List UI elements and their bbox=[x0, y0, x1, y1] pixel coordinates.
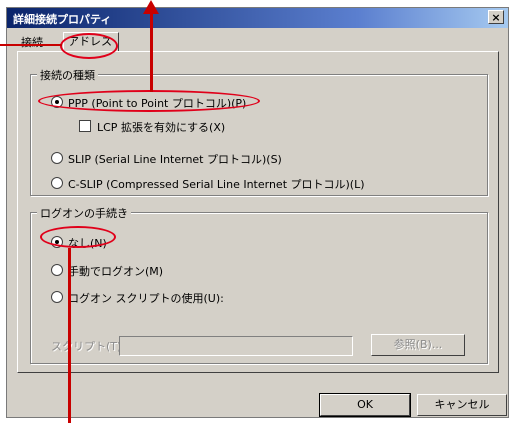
radio-logon-script[interactable]: ログオン スクリプトの使用(U): bbox=[51, 290, 224, 306]
annotation-circle-address-tab bbox=[60, 33, 118, 59]
script-input[interactable] bbox=[119, 336, 353, 356]
close-button[interactable]: × bbox=[488, 10, 504, 24]
radio-logon-manual-label: 手動でログオン(M) bbox=[68, 265, 164, 278]
annotation-arrow-line-top bbox=[150, 8, 153, 92]
script-label: スクリプト(T): bbox=[51, 340, 126, 353]
radio-logon-script-label: ログオン スクリプトの使用(U): bbox=[68, 292, 224, 305]
annotation-ellipse-none bbox=[40, 226, 116, 248]
cancel-button[interactable]: キャンセル bbox=[417, 394, 507, 416]
annotation-line-bottom bbox=[68, 248, 71, 423]
radio-slip-indicator[interactable] bbox=[51, 152, 63, 164]
ok-button[interactable]: OK bbox=[319, 393, 411, 417]
annotation-ellipse-ppp bbox=[38, 90, 260, 112]
browse-button[interactable]: 参照(B)... bbox=[371, 334, 465, 356]
tab-connection[interactable]: 接続 bbox=[17, 34, 65, 52]
annotation-arrowhead-top bbox=[143, 0, 159, 14]
connection-type-legend: 接続の種類 bbox=[37, 67, 98, 83]
radio-logon-manual-indicator[interactable] bbox=[51, 264, 63, 276]
window-title: 詳細接続プロパティ bbox=[13, 13, 112, 26]
properties-dialog: 詳細接続プロパティ × 接続 アドレス 接続の種類 PPP (Point to … bbox=[6, 7, 509, 418]
radio-slip-label: SLIP (Serial Line Internet プロトコル)(S) bbox=[68, 153, 282, 166]
checkbox-lcp-box[interactable] bbox=[79, 120, 91, 132]
radio-cslip-indicator[interactable] bbox=[51, 177, 63, 189]
radio-slip[interactable]: SLIP (Serial Line Internet プロトコル)(S) bbox=[51, 151, 282, 167]
title-bar[interactable]: 詳細接続プロパティ × bbox=[7, 8, 508, 28]
annotation-line-left bbox=[0, 44, 62, 46]
radio-cslip[interactable]: C-SLIP (Compressed Serial Line Internet … bbox=[51, 176, 365, 192]
checkbox-lcp[interactable]: LCP 拡張を有効にする(X) bbox=[79, 119, 225, 135]
radio-logon-script-indicator[interactable] bbox=[51, 291, 63, 303]
checkbox-lcp-label: LCP 拡張を有効にする(X) bbox=[97, 121, 226, 134]
radio-cslip-label: C-SLIP (Compressed Serial Line Internet … bbox=[68, 178, 365, 191]
logon-procedure-legend: ログオンの手続き bbox=[37, 205, 131, 221]
